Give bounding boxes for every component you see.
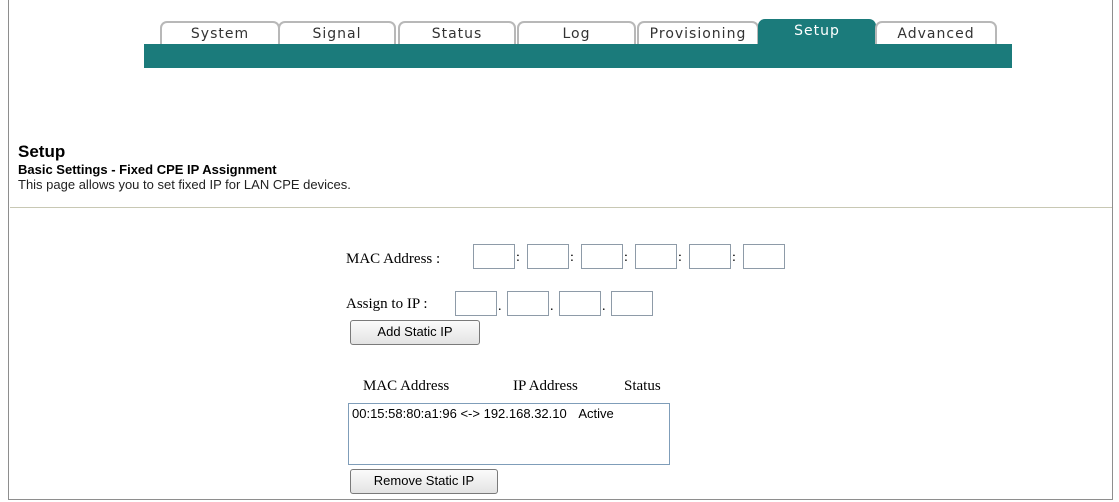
column-header-status: Status (624, 378, 661, 394)
mac-field-6[interactable] (743, 244, 785, 269)
page-subtitle: Basic Settings - Fixed CPE IP Assignment (18, 162, 277, 177)
page-description: This page allows you to set fixed IP for… (18, 177, 351, 192)
add-static-ip-button[interactable]: Add Static IP (350, 320, 480, 345)
page-title: Setup (18, 142, 66, 161)
mac-separator: : (624, 250, 628, 265)
list-item[interactable]: 00:15:58:80:a1:96 <-> 192.168.32.10 Acti… (352, 406, 666, 421)
ip-separator: . (498, 299, 502, 314)
mac-field-4[interactable] (635, 244, 677, 269)
column-header-mac: MAC Address (363, 378, 450, 394)
ip-field-3[interactable] (559, 291, 601, 316)
mac-field-3[interactable] (581, 244, 623, 269)
tab-system[interactable]: System (160, 21, 280, 45)
mac-field-2[interactable] (527, 244, 569, 269)
column-header-ip: IP Address (513, 378, 578, 394)
ip-field-2[interactable] (507, 291, 549, 316)
ip-separator: . (602, 299, 606, 314)
mac-separator: : (678, 250, 682, 265)
mac-separator: : (570, 250, 574, 265)
mac-field-1[interactable] (473, 244, 515, 269)
tab-provisioning[interactable]: Provisioning (637, 21, 759, 45)
tab-bar: System Signal Status Log Provisioning Se… (0, 0, 1119, 68)
tab-setup[interactable]: Setup (758, 19, 876, 45)
ip-separator: . (550, 299, 554, 314)
tab-status[interactable]: Status (398, 21, 516, 45)
tab-underline-bar (144, 44, 1012, 68)
tab-log[interactable]: Log (517, 21, 636, 45)
ip-field-1[interactable] (455, 291, 497, 316)
list-item-ip: 192.168.32.10 (483, 406, 567, 421)
mac-separator: : (516, 250, 520, 265)
assign-ip-label: Assign to IP : (346, 296, 428, 312)
mac-field-5[interactable] (689, 244, 731, 269)
static-ip-listbox[interactable]: 00:15:58:80:a1:96 <-> 192.168.32.10 Acti… (348, 403, 670, 465)
divider (10, 207, 1112, 208)
tab-signal[interactable]: Signal (278, 21, 396, 45)
tab-advanced[interactable]: Advanced (875, 21, 997, 45)
list-item-mac: 00:15:58:80:a1:96 (352, 406, 457, 421)
list-item-arrow: <-> (460, 406, 480, 421)
mac-address-label: MAC Address : (346, 251, 441, 267)
list-item-status: Active (578, 406, 614, 421)
mac-separator: : (732, 250, 736, 265)
ip-field-4[interactable] (611, 291, 653, 316)
remove-static-ip-button[interactable]: Remove Static IP (350, 469, 498, 494)
